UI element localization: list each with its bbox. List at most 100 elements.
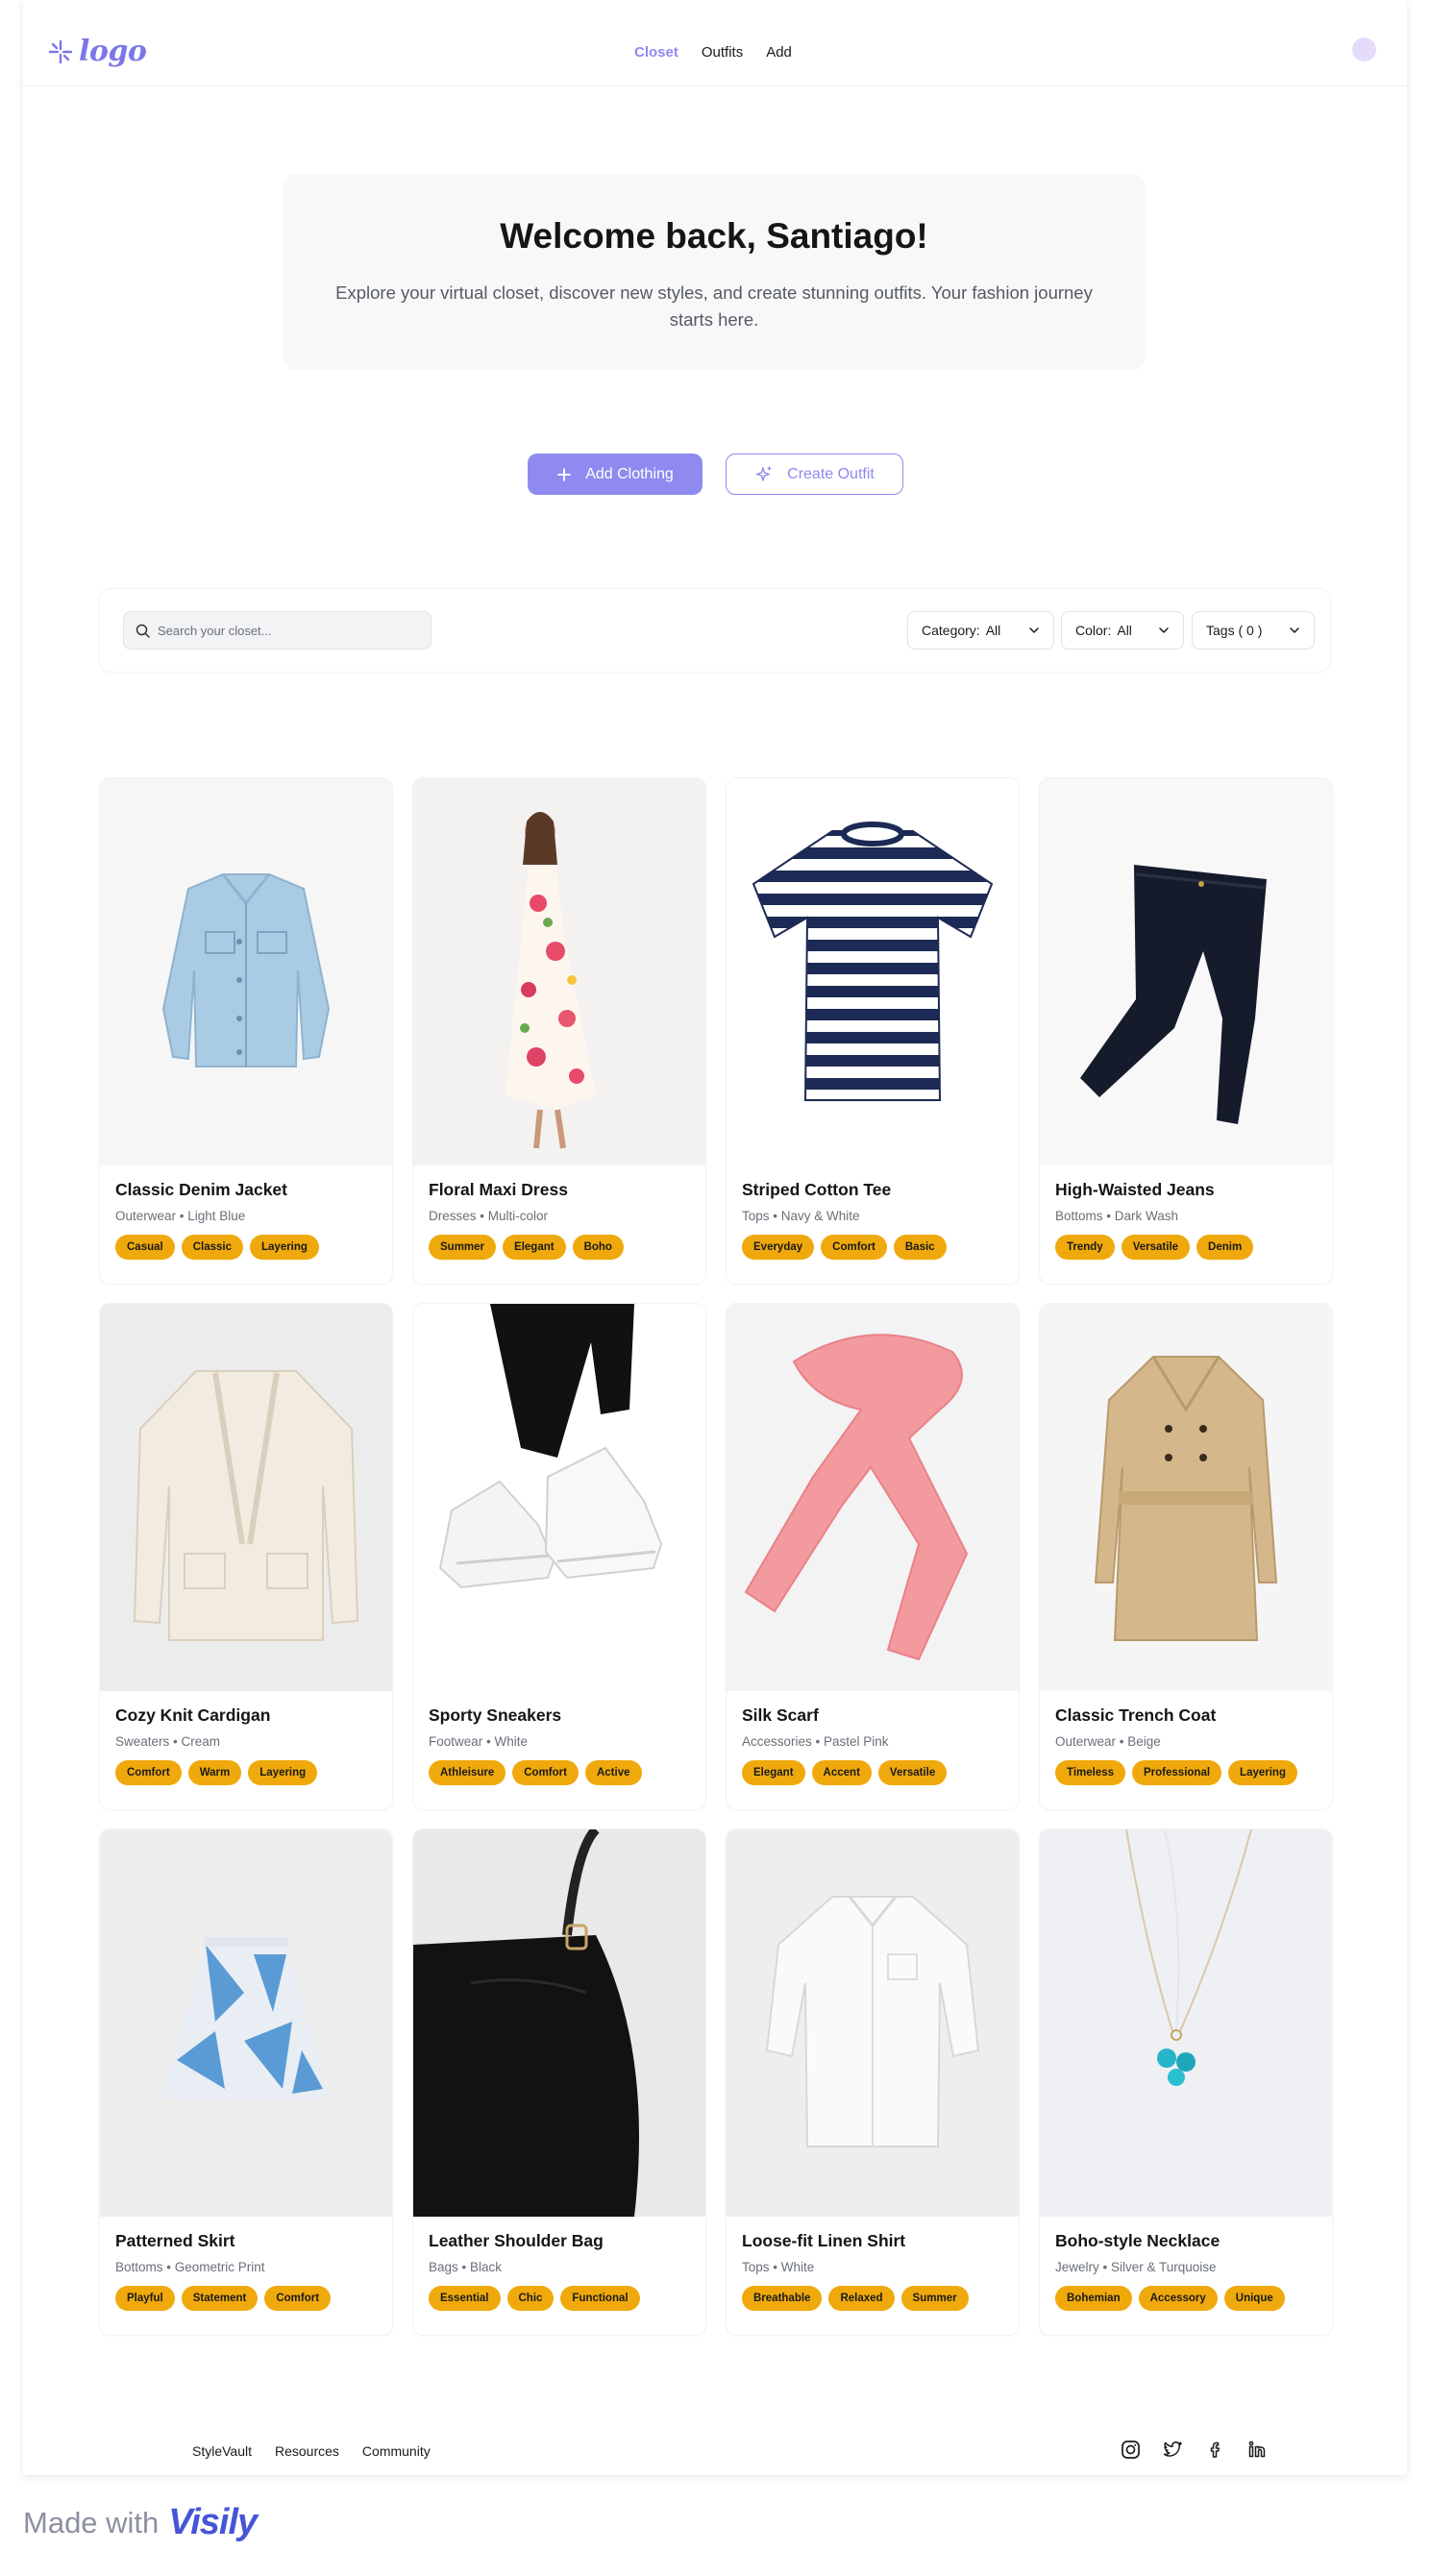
tag-badge[interactable]: Chic: [506, 2286, 555, 2311]
welcome-title: Welcome back, Santiago!: [500, 216, 928, 256]
tag-badge[interactable]: Boho: [572, 1235, 624, 1260]
item-meta: Footwear • White: [429, 1734, 529, 1749]
category-dropdown[interactable]: Category: All: [907, 611, 1054, 650]
item-title: Patterned Skirt: [115, 2231, 235, 2250]
instagram-icon[interactable]: [1121, 2440, 1141, 2460]
item-image-striped-tee: [727, 778, 1019, 1165]
clothing-card[interactable]: Loose-fit Linen Shirt Tops • White Breat…: [727, 1829, 1019, 2335]
clothing-card[interactable]: Boho-style Necklace Jewelry • Silver & T…: [1040, 1829, 1332, 2335]
tag-badge[interactable]: Summer: [429, 1235, 497, 1260]
clothing-card[interactable]: Cozy Knit Cardigan Sweaters • Cream Comf…: [100, 1304, 392, 1809]
item-tags: Athleisure Comfort Active: [429, 1760, 642, 1785]
tag-badge[interactable]: Summer: [900, 2286, 969, 2311]
avatar[interactable]: [1352, 37, 1376, 61]
welcome-text: Explore your virtual closet, discover ne…: [335, 282, 1093, 330]
clothing-card[interactable]: Floral Maxi Dress Dresses • Multi-color …: [413, 778, 705, 1284]
tag-badge[interactable]: Statement: [181, 2286, 259, 2311]
item-title: Loose-fit Linen Shirt: [742, 2231, 906, 2250]
tag-badge[interactable]: Versatile: [877, 1760, 948, 1785]
search-box[interactable]: [123, 611, 431, 650]
nav-closet[interactable]: Closet: [634, 44, 678, 61]
item-title: Leather Shoulder Bag: [429, 2231, 604, 2250]
item-image-scarf: [727, 1304, 1019, 1691]
tag-badge[interactable]: Accessory: [1138, 2286, 1218, 2311]
logo-text: logo: [79, 35, 147, 68]
clothing-card[interactable]: Silk Scarf Accessories • Pastel Pink Ele…: [727, 1304, 1019, 1809]
tag-badge[interactable]: Timeless: [1055, 1760, 1126, 1785]
tag-badge[interactable]: Professional: [1132, 1760, 1222, 1785]
made-with-badge[interactable]: Made with Visily: [23, 2502, 258, 2543]
color-dropdown[interactable]: Color: All: [1061, 611, 1184, 650]
search-input[interactable]: [158, 623, 417, 638]
clothing-card[interactable]: Classic Trench Coat Outerwear • Beige Ti…: [1040, 1304, 1332, 1809]
tag-badge[interactable]: Classic: [181, 1235, 243, 1260]
tag-badge[interactable]: Accent: [811, 1760, 872, 1785]
header: logo Closet Outfits Add: [23, 0, 1407, 86]
facebook-icon[interactable]: [1205, 2440, 1225, 2460]
footer-link-stylevault[interactable]: StyleVault: [192, 2443, 252, 2459]
item-tags: Breathable Relaxed Summer: [742, 2286, 969, 2311]
linkedin-icon[interactable]: [1247, 2440, 1268, 2460]
tag-badge[interactable]: Trendy: [1055, 1235, 1115, 1260]
chevron-down-icon: [1029, 627, 1039, 633]
plus-icon: [557, 467, 572, 481]
item-title: Classic Denim Jacket: [115, 1180, 287, 1199]
visily-logo: Visily: [168, 2502, 258, 2542]
clothing-card[interactable]: Sporty Sneakers Footwear • White Athleis…: [413, 1304, 705, 1809]
tag-badge[interactable]: Comfort: [821, 1235, 887, 1260]
logo[interactable]: logo: [48, 35, 147, 68]
tag-badge[interactable]: Warm: [187, 1760, 242, 1785]
tag-badge[interactable]: Denim: [1196, 1235, 1254, 1260]
item-image-floral-dress: [413, 778, 705, 1165]
tag-badge[interactable]: Elegant: [503, 1235, 566, 1260]
tag-badge[interactable]: Casual: [115, 1235, 175, 1260]
item-title: Boho-style Necklace: [1055, 2231, 1220, 2250]
clothing-card[interactable]: Leather Shoulder Bag Bags • Black Essent…: [413, 1829, 705, 2335]
item-title: Silk Scarf: [742, 1705, 819, 1725]
tag-badge[interactable]: Athleisure: [429, 1760, 506, 1785]
clothing-card[interactable]: Striped Cotton Tee Tops • Navy & White E…: [727, 778, 1019, 1284]
tag-badge[interactable]: Relaxed: [828, 2286, 895, 2311]
tag-badge[interactable]: Functional: [560, 2286, 640, 2311]
nav-add[interactable]: Add: [766, 44, 792, 61]
footer-link-resources[interactable]: Resources: [275, 2443, 339, 2459]
clothing-card[interactable]: Patterned Skirt Bottoms • Geometric Prin…: [100, 1829, 392, 2335]
item-meta: Dresses • Multi-color: [429, 1209, 548, 1223]
tag-badge[interactable]: Elegant: [742, 1760, 805, 1785]
tag-badge[interactable]: Active: [584, 1760, 642, 1785]
create-outfit-button[interactable]: Create Outfit: [726, 454, 903, 495]
tag-badge[interactable]: Essential: [429, 2286, 501, 2311]
item-meta: Jewelry • Silver & Turquoise: [1055, 2260, 1217, 2274]
item-meta: Tops • Navy & White: [742, 1209, 860, 1223]
item-tags: Casual Classic Layering: [115, 1235, 319, 1260]
tag-badge[interactable]: Layering: [1228, 1760, 1297, 1785]
page-frame: logo Closet Outfits Add Welcome back, Sa…: [23, 0, 1407, 2475]
item-image-denim-jacket: [100, 778, 392, 1165]
tag-badge[interactable]: Versatile: [1121, 1235, 1191, 1260]
tags-dropdown[interactable]: Tags ( 0 ): [1192, 611, 1315, 650]
clothing-card[interactable]: Classic Denim Jacket Outerwear • Light B…: [100, 778, 392, 1284]
item-tags: Trendy Versatile Denim: [1055, 1235, 1254, 1260]
tag-badge[interactable]: Playful: [115, 2286, 175, 2311]
twitter-icon[interactable]: [1163, 2440, 1183, 2460]
add-clothing-button[interactable]: Add Clothing: [528, 454, 703, 495]
nav-outfits[interactable]: Outfits: [702, 44, 743, 61]
item-tags: Elegant Accent Versatile: [742, 1760, 948, 1785]
clothing-card[interactable]: High-Waisted Jeans Bottoms • Dark Wash T…: [1040, 778, 1332, 1284]
tag-badge[interactable]: Breathable: [742, 2286, 823, 2311]
tag-badge[interactable]: Unique: [1223, 2286, 1285, 2311]
tag-badge[interactable]: Comfort: [264, 2286, 332, 2311]
tag-badge[interactable]: Layering: [250, 1235, 319, 1260]
item-image-skirt: [100, 1829, 392, 2217]
sparkle-icon: [48, 39, 73, 63]
tag-badge[interactable]: Everyday: [742, 1235, 815, 1260]
tag-badge[interactable]: Bohemian: [1055, 2286, 1132, 2311]
tag-badge[interactable]: Comfort: [115, 1760, 182, 1785]
footer-link-community[interactable]: Community: [362, 2443, 431, 2459]
item-title: Classic Trench Coat: [1055, 1705, 1217, 1725]
tag-badge[interactable]: Comfort: [512, 1760, 579, 1785]
tag-badge[interactable]: Basic: [893, 1235, 947, 1260]
tag-badge[interactable]: Layering: [248, 1760, 318, 1785]
item-image-necklace: [1040, 1829, 1332, 2217]
item-title: Cozy Knit Cardigan: [115, 1705, 271, 1725]
